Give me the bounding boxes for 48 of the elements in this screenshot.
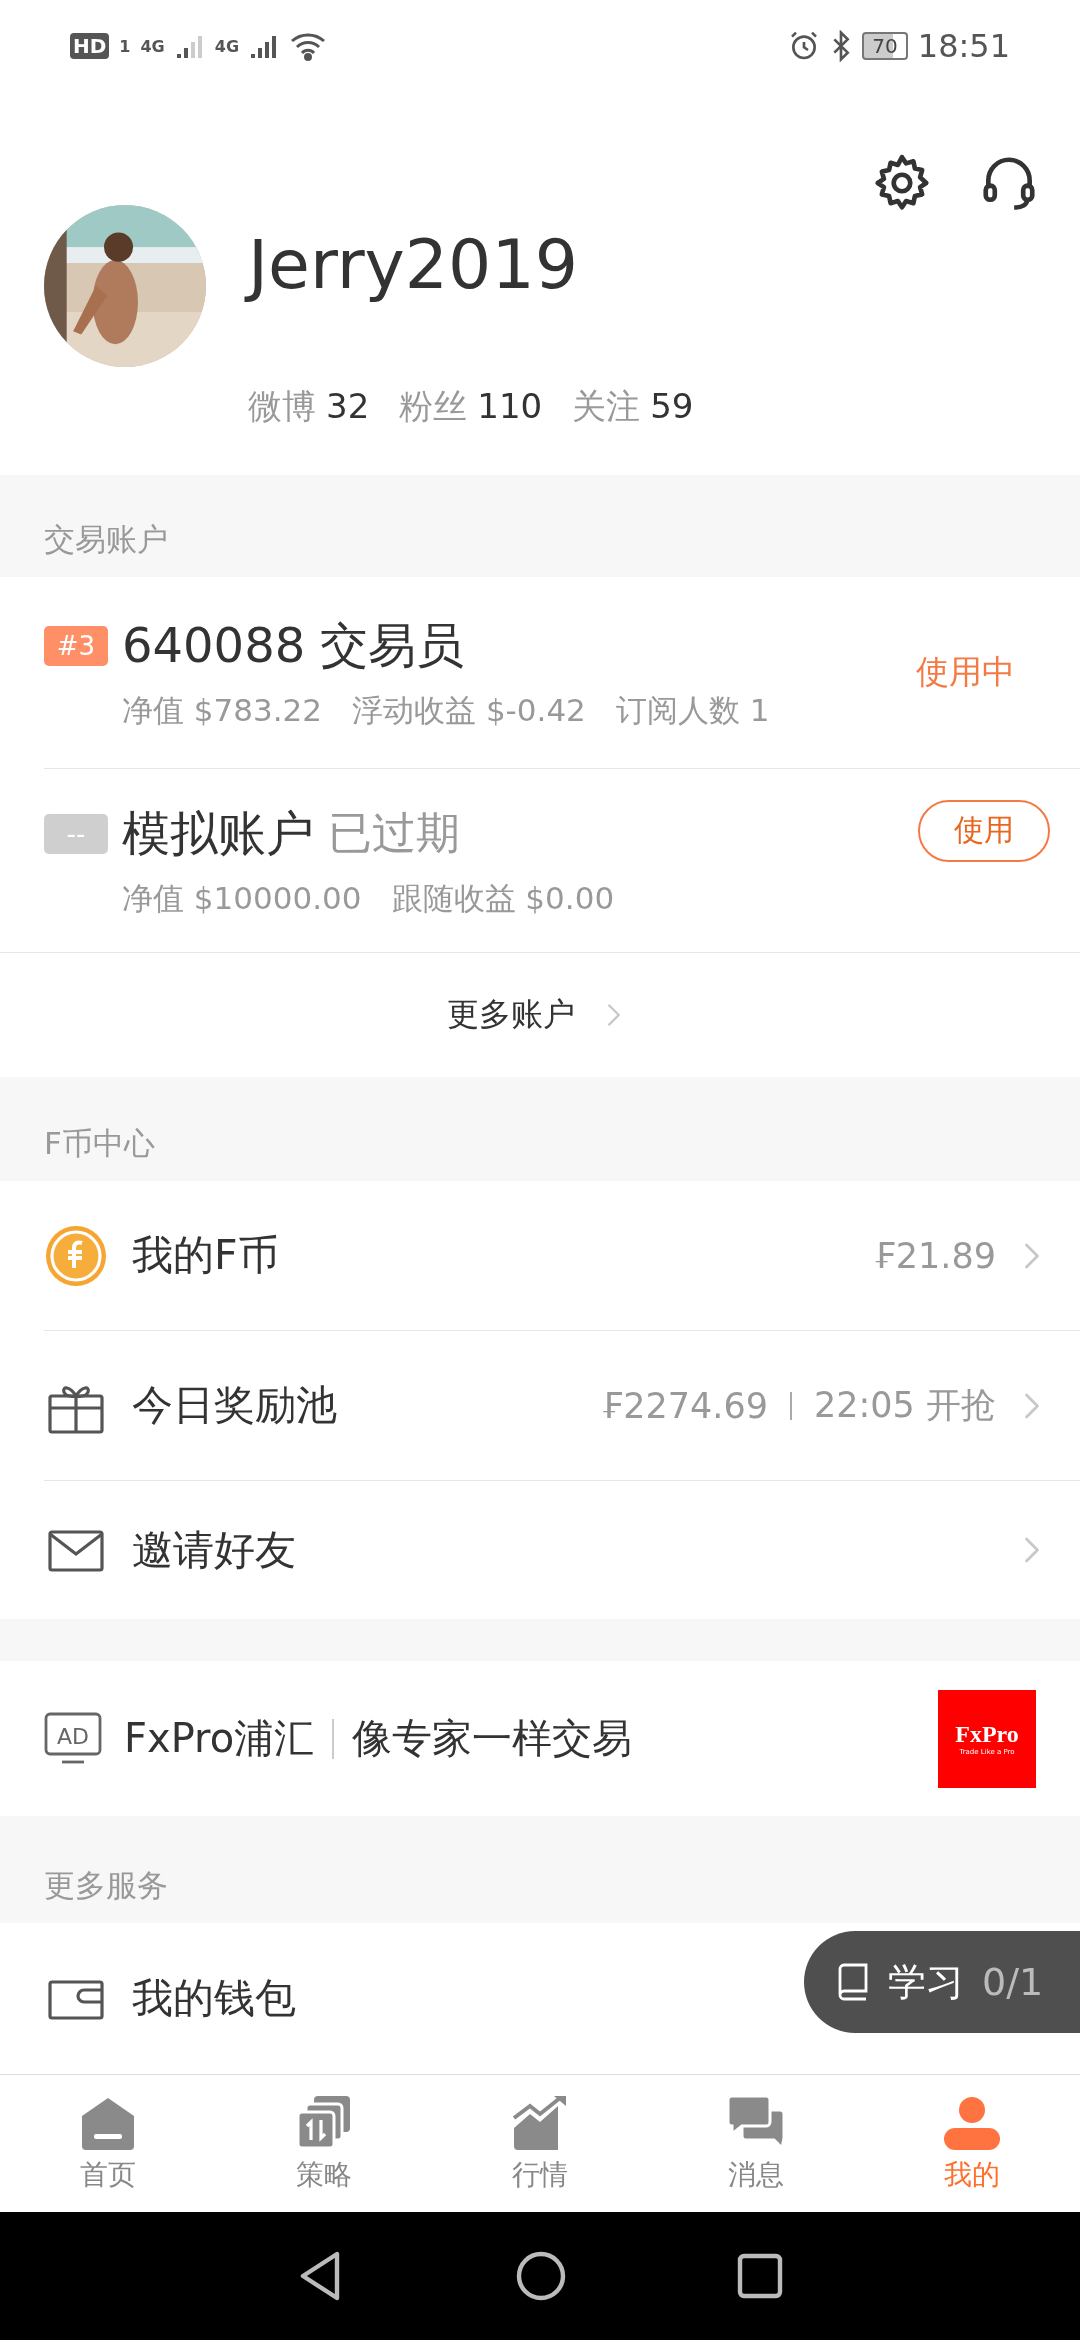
account-detail: 净值 $10000.00	[122, 878, 362, 918]
stat-count: 59	[650, 386, 694, 426]
network-type: 4G	[140, 36, 165, 56]
stat-count: 110	[477, 386, 543, 426]
menu-row[interactable]: 我的F币 ₣21.89	[44, 1181, 1080, 1331]
account-badge: --	[44, 813, 108, 854]
nav-tab[interactable]: 消息	[648, 2075, 864, 2212]
home-button-icon[interactable]	[515, 2250, 567, 2302]
nav-tab[interactable]: 首页	[0, 2075, 216, 2212]
network-type: 4G	[214, 36, 239, 56]
row-value: ₣2274.69	[601, 1385, 768, 1426]
battery-indicator: 70	[862, 32, 908, 60]
sim-number: 1	[119, 36, 131, 56]
recents-icon[interactable]	[737, 2253, 783, 2299]
wifi-icon	[289, 31, 327, 61]
account-detail: 订阅人数 1	[615, 690, 770, 730]
account-badge: #3	[44, 625, 108, 666]
row-value: 22:05 开抢	[814, 1384, 996, 1427]
row-value: ₣21.89	[873, 1235, 996, 1276]
row-label: 我的F币	[132, 1230, 280, 1281]
ad-brand: FxPro浦汇	[124, 1714, 315, 1763]
in-use-status: 使用中	[916, 651, 1015, 693]
nav-tab[interactable]: 策略	[216, 2075, 432, 2212]
expired-tag: 已过期	[328, 804, 460, 863]
coin-icon	[44, 1223, 108, 1288]
study-button[interactable]: 学习 0/1	[804, 1931, 1080, 2033]
row-label: 今日奖励池	[132, 1380, 338, 1431]
menu-row[interactable]: 邀请好友	[44, 1481, 1080, 1619]
section-title: 交易账户	[44, 520, 168, 559]
row-label: 邀请好友	[132, 1524, 297, 1576]
ad-slogan: 像专家一样交易	[352, 1714, 634, 1763]
account-name: 模拟账户	[122, 803, 314, 863]
stat-count: 32	[326, 386, 370, 426]
hd-indicator: HD	[70, 33, 110, 59]
menu-row[interactable]: 今日奖励池 ₣2274.69 22:05 开抢	[44, 1331, 1080, 1481]
row-label[interactable]: 我的钱包	[132, 1970, 296, 2026]
nav-tab[interactable]: 行情	[432, 2075, 648, 2212]
account-detail: 净值 $783.22	[122, 690, 323, 730]
stat-label: 微博	[248, 386, 316, 426]
account-detail: 跟随收益 $0.00	[391, 878, 615, 918]
account-detail: 浮动收益 $-0.42	[352, 690, 586, 730]
more-accounts-link[interactable]: 更多账户	[0, 953, 1080, 1077]
stat-label: 粉丝	[399, 386, 468, 426]
clock-time: 18:51	[917, 27, 1010, 65]
section-title: F币中心	[44, 1124, 155, 1163]
account-name: 640088 交易员	[122, 615, 465, 675]
stat-label: 关注	[572, 386, 641, 426]
section-title: 更多服务	[44, 1866, 168, 1905]
